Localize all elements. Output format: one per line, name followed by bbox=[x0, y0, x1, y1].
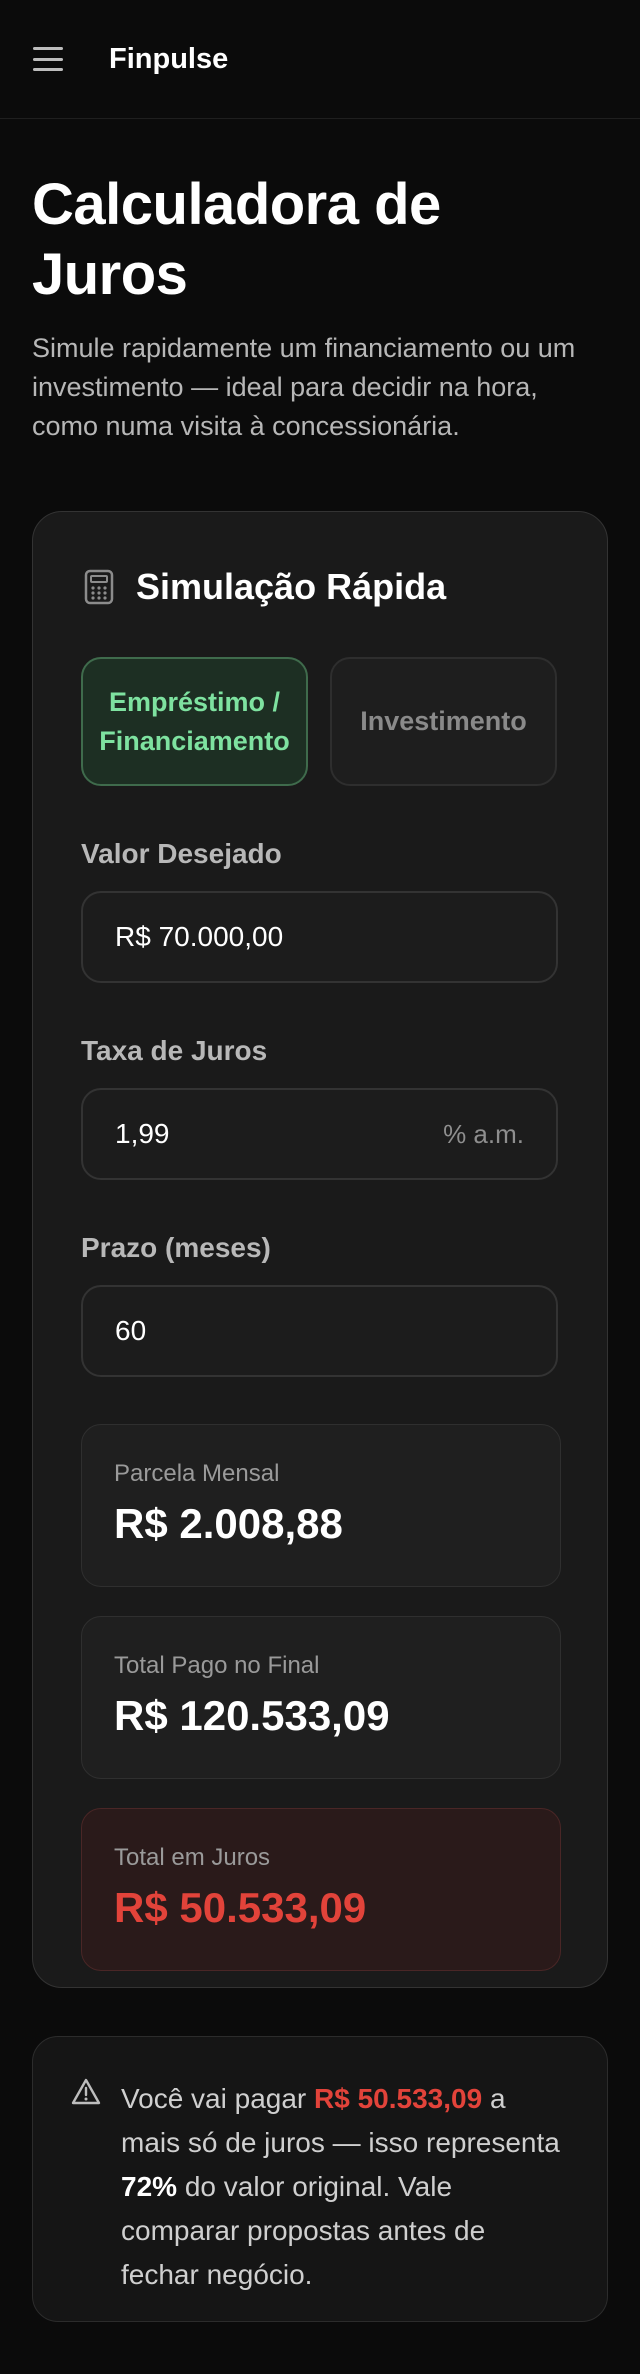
calculator-icon bbox=[84, 569, 114, 605]
monthly-payment-result: Parcela Mensal R$ 2.008,88 bbox=[81, 1424, 561, 1587]
mode-tabs: Empréstimo / Financiamento Investimento bbox=[81, 657, 559, 786]
warning-percent: 72% bbox=[121, 2171, 178, 2202]
term-value[interactable]: 60 bbox=[115, 1315, 146, 1347]
amount-label: Valor Desejado bbox=[81, 838, 282, 869]
page-subtitle: Simule rapidamente um financiamento ou u… bbox=[32, 333, 576, 441]
monthly-payment-label: Parcela Mensal bbox=[114, 1460, 280, 1487]
top-bar: Finpulse bbox=[0, 0, 640, 119]
warning-prefix: Você vai pagar bbox=[121, 2083, 315, 2114]
card-header: Simulação Rápida bbox=[81, 562, 559, 612]
simulation-card: Simulação Rápida Empréstimo / Financiame… bbox=[32, 511, 608, 1988]
rate-value[interactable]: 1,99 bbox=[115, 1118, 170, 1150]
interest-warning: Você vai pagar R$ 50.533,09 a mais só de… bbox=[32, 2036, 608, 2322]
total-interest-label: Total em Juros bbox=[114, 1844, 271, 1871]
total-paid-result: Total Pago no Final R$ 120.533,09 bbox=[81, 1616, 561, 1779]
total-paid-value: R$ 120.533,09 bbox=[114, 1692, 390, 1739]
monthly-payment-value: R$ 2.008,88 bbox=[114, 1500, 343, 1547]
card-title: Simulação Rápida bbox=[136, 566, 447, 607]
amount-input[interactable]: R$ 70.000,00 bbox=[81, 891, 558, 983]
warning-message: Você vai pagar R$ 50.533,09 a mais só de… bbox=[121, 2077, 567, 2293]
amount-value[interactable]: R$ 70.000,00 bbox=[115, 921, 283, 953]
term-label: Prazo (meses) bbox=[81, 1232, 271, 1263]
page-title: Calculadora de Juros bbox=[32, 172, 441, 307]
brand-name[interactable]: Finpulse bbox=[109, 43, 228, 76]
term-input[interactable]: 60 bbox=[81, 1285, 558, 1377]
tab-investment[interactable]: Investimento bbox=[330, 657, 557, 786]
total-interest-value: R$ 50.533,09 bbox=[114, 1884, 367, 1931]
rate-label: Taxa de Juros bbox=[81, 1035, 268, 1066]
rate-unit: % a.m. bbox=[443, 1118, 524, 1149]
total-paid-label: Total Pago no Final bbox=[114, 1652, 320, 1679]
warning-amount: R$ 50.533,09 bbox=[314, 2083, 483, 2114]
rate-input[interactable]: 1,99 % a.m. bbox=[81, 1088, 558, 1180]
main-content: Calculadora de Juros Simule rapidamente … bbox=[0, 170, 640, 2322]
total-interest-result: Total em Juros R$ 50.533,09 bbox=[81, 1808, 561, 1971]
hamburger-menu-icon[interactable] bbox=[33, 47, 63, 71]
tab-loan[interactable]: Empréstimo / Financiamento bbox=[81, 657, 308, 786]
warning-triangle-icon bbox=[71, 2078, 101, 2105]
